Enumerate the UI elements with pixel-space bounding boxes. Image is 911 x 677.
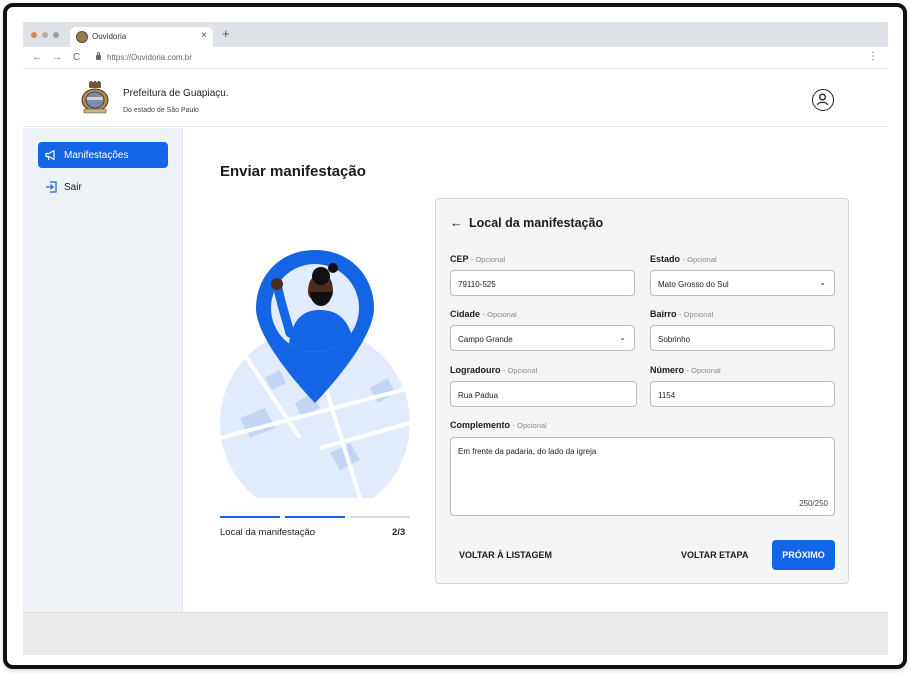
city-crest-logo (81, 81, 109, 114)
address-bar: ← → C https://Ouvidoria.com.br ⋮ (23, 47, 888, 69)
estado-label: Estado - Opcional (650, 254, 717, 264)
sidebar-item-sair[interactable]: Sair (38, 174, 168, 200)
numero-field[interactable]: 1154 (650, 381, 835, 407)
cidade-select[interactable]: Campo Grande ⌄ (450, 325, 635, 351)
cidade-label: Cidade - Opcional (450, 309, 517, 319)
chevron-down-icon: ⌄ (619, 333, 626, 342)
close-window-dot[interactable] (31, 32, 37, 38)
tab-title: Ouvidoria (92, 32, 127, 41)
progress-segment-2 (285, 516, 345, 518)
lock-icon (96, 52, 101, 60)
maximize-window-dot[interactable] (53, 32, 59, 38)
form-title: Local da manifestação (469, 216, 604, 230)
tab-strip: Ouvidoria × + (23, 22, 888, 47)
logradouro-label: Logradouro - Opcional (450, 365, 538, 375)
sidebar-item-label: Manifestações (64, 150, 129, 161)
url-field[interactable]: https://Ouvidoria.com.br (107, 53, 192, 62)
location-pin-illustration (220, 250, 410, 498)
logradouro-field[interactable]: Rua Padua (450, 381, 637, 407)
minimize-window-dot[interactable] (42, 32, 48, 38)
site-title: Prefeitura de Guapiaçu. (123, 88, 229, 99)
device-frame: Ouvidoria × + ← → C https://Ouvidoria.co… (3, 3, 907, 669)
browser-tab[interactable]: Ouvidoria × (70, 27, 213, 47)
tab-close-icon[interactable]: × (201, 30, 207, 41)
step-label: Local da manifestação (220, 527, 316, 538)
sidebar-item-label: Sair (64, 182, 82, 193)
user-icon (816, 93, 829, 106)
character-counter: 250/250 (799, 499, 828, 508)
cep-field[interactable]: 79110-525 (450, 270, 635, 296)
reload-icon[interactable]: C (73, 52, 80, 63)
megaphone-icon (45, 149, 55, 161)
main-content: Enviar manifestação Local da manifestaçã… (184, 128, 888, 612)
numero-label: Número - Opcional (650, 365, 721, 375)
sidebar: Manifestações Sair (23, 128, 183, 612)
bairro-label: Bairro - Opcional (650, 309, 714, 319)
site-header: Prefeitura de Guapiaçu. Do estado de São… (23, 70, 888, 127)
estado-select[interactable]: Mato Grosso do Sul ⌄ (650, 270, 835, 296)
progress-segment-3 (350, 516, 410, 518)
complemento-label: Complemento - Opcional (450, 420, 547, 430)
favicon-icon (76, 31, 88, 43)
back-arrow-icon[interactable]: ← (450, 215, 463, 230)
step-count: 2/3 (392, 527, 406, 538)
bairro-field[interactable]: Sobrinho (650, 325, 835, 351)
logout-icon (46, 181, 57, 193)
progress-segment-1 (220, 516, 280, 518)
chevron-down-icon: ⌄ (819, 278, 826, 287)
site-subtitle: Do estado de São Paulo (123, 107, 199, 114)
page-title: Enviar manifestação (220, 163, 366, 180)
complemento-textarea[interactable]: Em frente da padaria, do lado da igreja … (450, 437, 835, 516)
back-step-button[interactable]: VOLTAR ETAPA (681, 550, 748, 560)
forward-icon[interactable]: → (52, 52, 62, 63)
back-to-list-button[interactable]: VOLTAR À LISTAGEM (459, 550, 552, 560)
sidebar-item-manifestacoes[interactable]: Manifestações (38, 142, 168, 168)
page-footer (23, 612, 888, 655)
back-icon[interactable]: ← (32, 52, 42, 63)
browser-window: Ouvidoria × + ← → C https://Ouvidoria.co… (23, 22, 888, 655)
user-profile-button[interactable] (812, 89, 834, 111)
new-tab-button[interactable]: + (222, 26, 230, 41)
cep-label: CEP - Opcional (450, 254, 506, 264)
next-button[interactable]: PRÓXIMO (772, 540, 835, 570)
browser-menu-icon[interactable]: ⋮ (868, 51, 878, 62)
location-form-card: ← Local da manifestação CEP - Opcional 7… (435, 198, 849, 584)
